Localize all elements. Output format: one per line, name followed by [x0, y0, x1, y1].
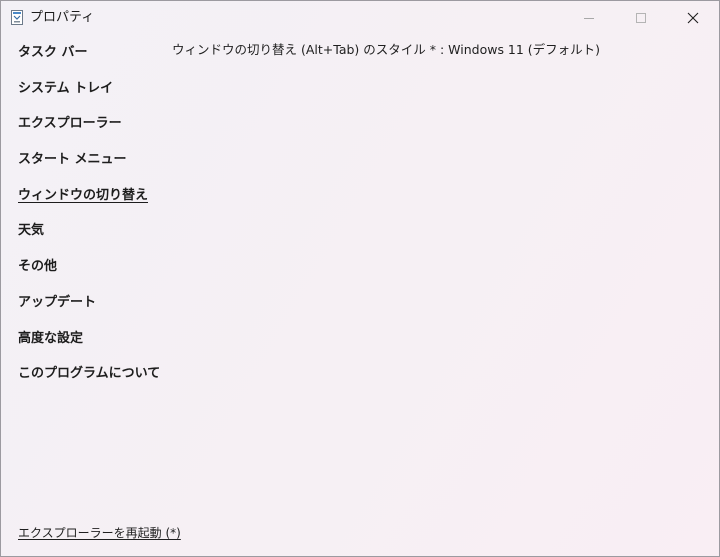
sidebar-item-label: 天気	[18, 223, 45, 239]
sidebar-item-other[interactable]: その他	[18, 255, 168, 291]
sidebar-item-label: 高度な設定	[18, 330, 84, 346]
setting-separator: :	[435, 42, 449, 57]
sidebar-item-label: システム トレイ	[18, 80, 114, 96]
sidebar-item-window-switcher[interactable]: ウィンドウの切り替え	[18, 184, 168, 220]
maximize-button[interactable]	[615, 1, 667, 34]
window-controls	[563, 1, 719, 34]
minimize-button[interactable]	[563, 1, 615, 34]
close-button[interactable]	[667, 1, 719, 34]
sidebar-item-label: エクスプローラー	[18, 116, 122, 132]
sidebar-item-update[interactable]: アップデート	[18, 291, 168, 327]
sidebar-item-label: ウィンドウの切り替え	[18, 187, 149, 203]
window-switcher-style-setting[interactable]: ウィンドウの切り替え (Alt+Tab) のスタイル * : Windows 1…	[172, 41, 600, 59]
restart-explorer-link[interactable]: エクスプローラーを再起動 (*)	[18, 524, 181, 542]
close-icon	[687, 12, 699, 24]
sidebar-item-explorer[interactable]: エクスプローラー	[18, 112, 168, 148]
setting-label: ウィンドウの切り替え (Alt+Tab) のスタイル *	[172, 42, 436, 57]
sidebar-item-label: タスク バー	[18, 45, 88, 60]
sidebar-nav: タスク バー システム トレイ エクスプローラー スタート メニュー ウィンドウ…	[18, 41, 168, 398]
sidebar-item-label: スタート メニュー	[18, 152, 127, 168]
sidebar-item-about[interactable]: このプログラムについて	[18, 362, 168, 398]
sidebar-item-weather[interactable]: 天気	[18, 219, 168, 255]
title-bar[interactable]: プロパティ	[1, 1, 719, 35]
maximize-icon	[635, 12, 647, 24]
sidebar-item-advanced-settings[interactable]: 高度な設定	[18, 327, 168, 363]
sidebar-item-system-tray[interactable]: システム トレイ	[18, 77, 168, 113]
minimize-icon	[583, 12, 595, 24]
sidebar-item-start-menu[interactable]: スタート メニュー	[18, 148, 168, 184]
window-title: プロパティ	[30, 10, 95, 25]
sidebar-item-label: このプログラムについて	[18, 366, 161, 382]
app-icon	[11, 10, 23, 25]
setting-value: Windows 11 (デフォルト)	[448, 42, 601, 57]
sidebar-item-label: その他	[18, 259, 58, 275]
properties-window: プロパティ タスク バー システム トレイ エクスプローラー スタート メニュー…	[0, 0, 720, 557]
sidebar-item-label: アップデート	[18, 294, 97, 310]
sidebar-item-taskbar[interactable]: タスク バー	[18, 41, 168, 77]
